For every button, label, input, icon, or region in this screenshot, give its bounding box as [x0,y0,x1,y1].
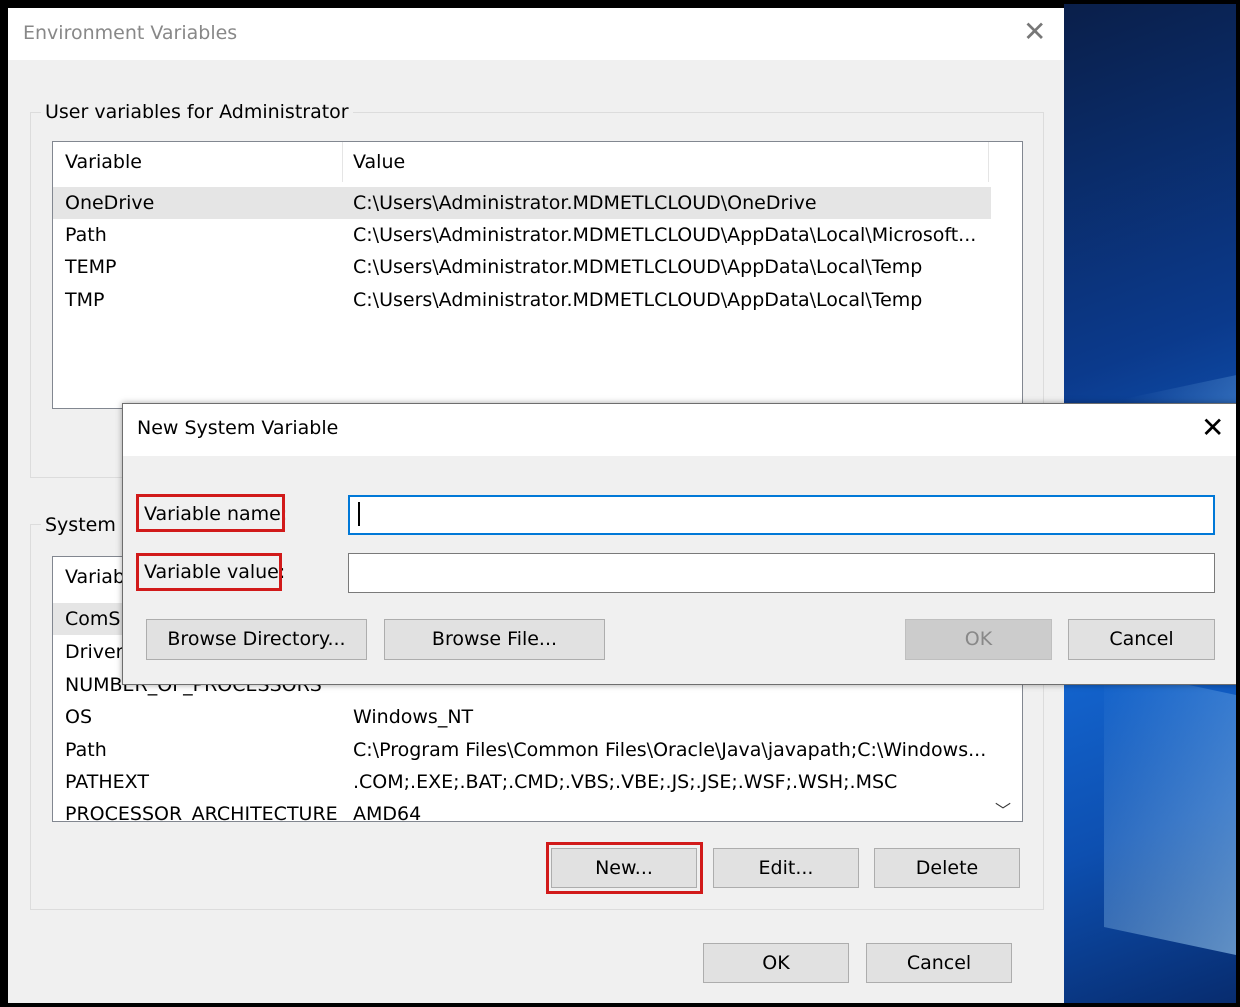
title-bar: Environment Variables ✕ [8,8,1064,60]
dialog-title: New System Variable [137,417,339,439]
browse-directory-button[interactable]: Browse Directory... [146,619,367,660]
delete-button[interactable]: Delete [874,848,1020,888]
table-row[interactable]: Path C:\Program Files\Common Files\Oracl… [53,734,991,766]
variable-name: OneDrive [65,192,155,214]
screenshot-frame: Environment Variables ✕ User variables f… [0,0,1240,1007]
variable-name: TEMP [65,256,117,278]
column-header-value[interactable]: Value [343,142,989,182]
variable-name-field[interactable] [348,495,1215,535]
cancel-button[interactable]: Cancel [866,943,1012,983]
new-system-variable-dialog: New System Variable ✕ Variable name: Var… [122,403,1236,685]
highlight-box [546,842,703,894]
close-icon[interactable]: ✕ [1201,414,1224,442]
table-row[interactable]: TEMP C:\Users\Administrator.MDMETLCLOUD\… [53,251,991,283]
variable-value: C:\Users\Administrator.MDMETLCLOUD\AppDa… [353,289,923,311]
variable-value-field[interactable] [348,553,1215,593]
dialog-title-bar: New System Variable ✕ [123,404,1236,456]
variable-name: PATHEXT [65,771,149,793]
variable-value: C:\Users\Administrator.MDMETLCLOUD\OneDr… [353,192,817,214]
window-title: Environment Variables [23,22,238,44]
table-row[interactable]: PATHEXT .COM;.EXE;.BAT;.CMD;.VBS;.VBE;.J… [53,766,991,798]
variable-value: C:\Users\Administrator.MDMETLCLOUD\AppDa… [353,256,923,278]
user-variables-label: User variables for Administrator [41,101,353,123]
column-header-variable[interactable]: Variable [53,142,343,182]
ok-button[interactable]: OK [703,943,849,983]
table-row[interactable]: PROCESSOR_ARCHITECTURE AMD64 [53,798,991,822]
table-row[interactable]: TMP C:\Users\Administrator.MDMETLCLOUD\A… [53,284,991,316]
highlight-box [136,494,285,532]
variable-value: Windows_NT [353,706,474,728]
highlight-box [136,553,282,591]
variable-value: .COM;.EXE;.BAT;.CMD;.VBS;.VBE;.JS;.JSE;.… [353,771,898,793]
table-row[interactable]: Path C:\Users\Administrator.MDMETLCLOUD\… [53,219,991,251]
variable-name: OS [65,706,93,728]
variable-name: PROCESSOR_ARCHITECTURE [65,803,338,822]
variable-name: TMP [65,289,105,311]
variable-value: C:\Users\Administrator.MDMETLCLOUD\AppDa… [353,224,977,246]
table-row[interactable]: OneDrive C:\Users\Administrator.MDMETLCL… [53,187,991,219]
user-variables-list[interactable]: Variable Value OneDrive C:\Users\Adminis… [52,141,1023,409]
dialog-ok-button[interactable]: OK [905,619,1052,660]
variable-name: ComS [65,608,121,630]
edit-button[interactable]: Edit... [713,848,859,888]
text-caret [358,502,360,526]
wallpaper-light [1104,666,1236,962]
variable-value: C:\Program Files\Common Files\Oracle\Jav… [353,739,987,761]
chevron-down-icon[interactable]: ﹀ [995,797,1011,821]
variable-name: Path [65,224,107,246]
variable-name: Path [65,739,107,761]
dialog-cancel-button[interactable]: Cancel [1068,619,1215,660]
table-row[interactable]: OS Windows_NT [53,701,991,733]
close-icon[interactable]: ✕ [1023,18,1046,46]
variable-name: Driver [65,641,124,663]
browse-file-button[interactable]: Browse File... [384,619,605,660]
variable-value: AMD64 [353,803,422,822]
